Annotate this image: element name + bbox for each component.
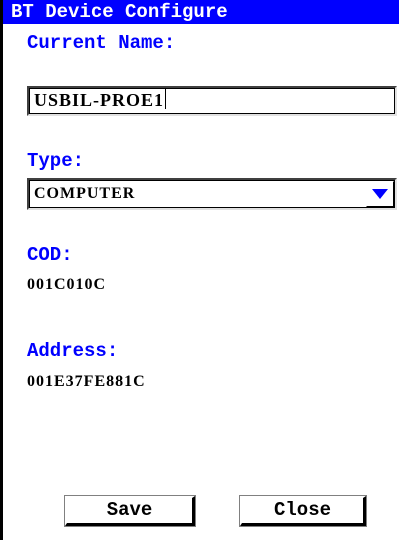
current-name-input[interactable]: USBIL-PROE1 — [27, 86, 397, 116]
bt-device-configure-window: BT Device Configure Current Name: USBIL-… — [0, 0, 399, 540]
type-dropdown-button[interactable] — [366, 181, 394, 207]
save-button[interactable]: Save — [64, 495, 196, 527]
cod-value: 001C010C — [27, 276, 107, 293]
type-selected-value: COMPUTER — [34, 185, 136, 202]
text-caret — [165, 89, 167, 109]
address-label: Address: — [27, 340, 119, 362]
address-value: 001E37FE881C — [27, 373, 146, 390]
current-name-value: USBIL-PROE1 — [34, 90, 165, 110]
close-button[interactable]: Close — [239, 495, 367, 527]
cod-label: COD: — [27, 244, 73, 266]
current-name-label: Current Name: — [27, 32, 176, 54]
window-title: BT Device Configure — [3, 0, 399, 24]
type-select[interactable]: COMPUTER — [27, 178, 397, 210]
chevron-down-icon — [372, 189, 388, 199]
type-label: Type: — [27, 150, 85, 172]
